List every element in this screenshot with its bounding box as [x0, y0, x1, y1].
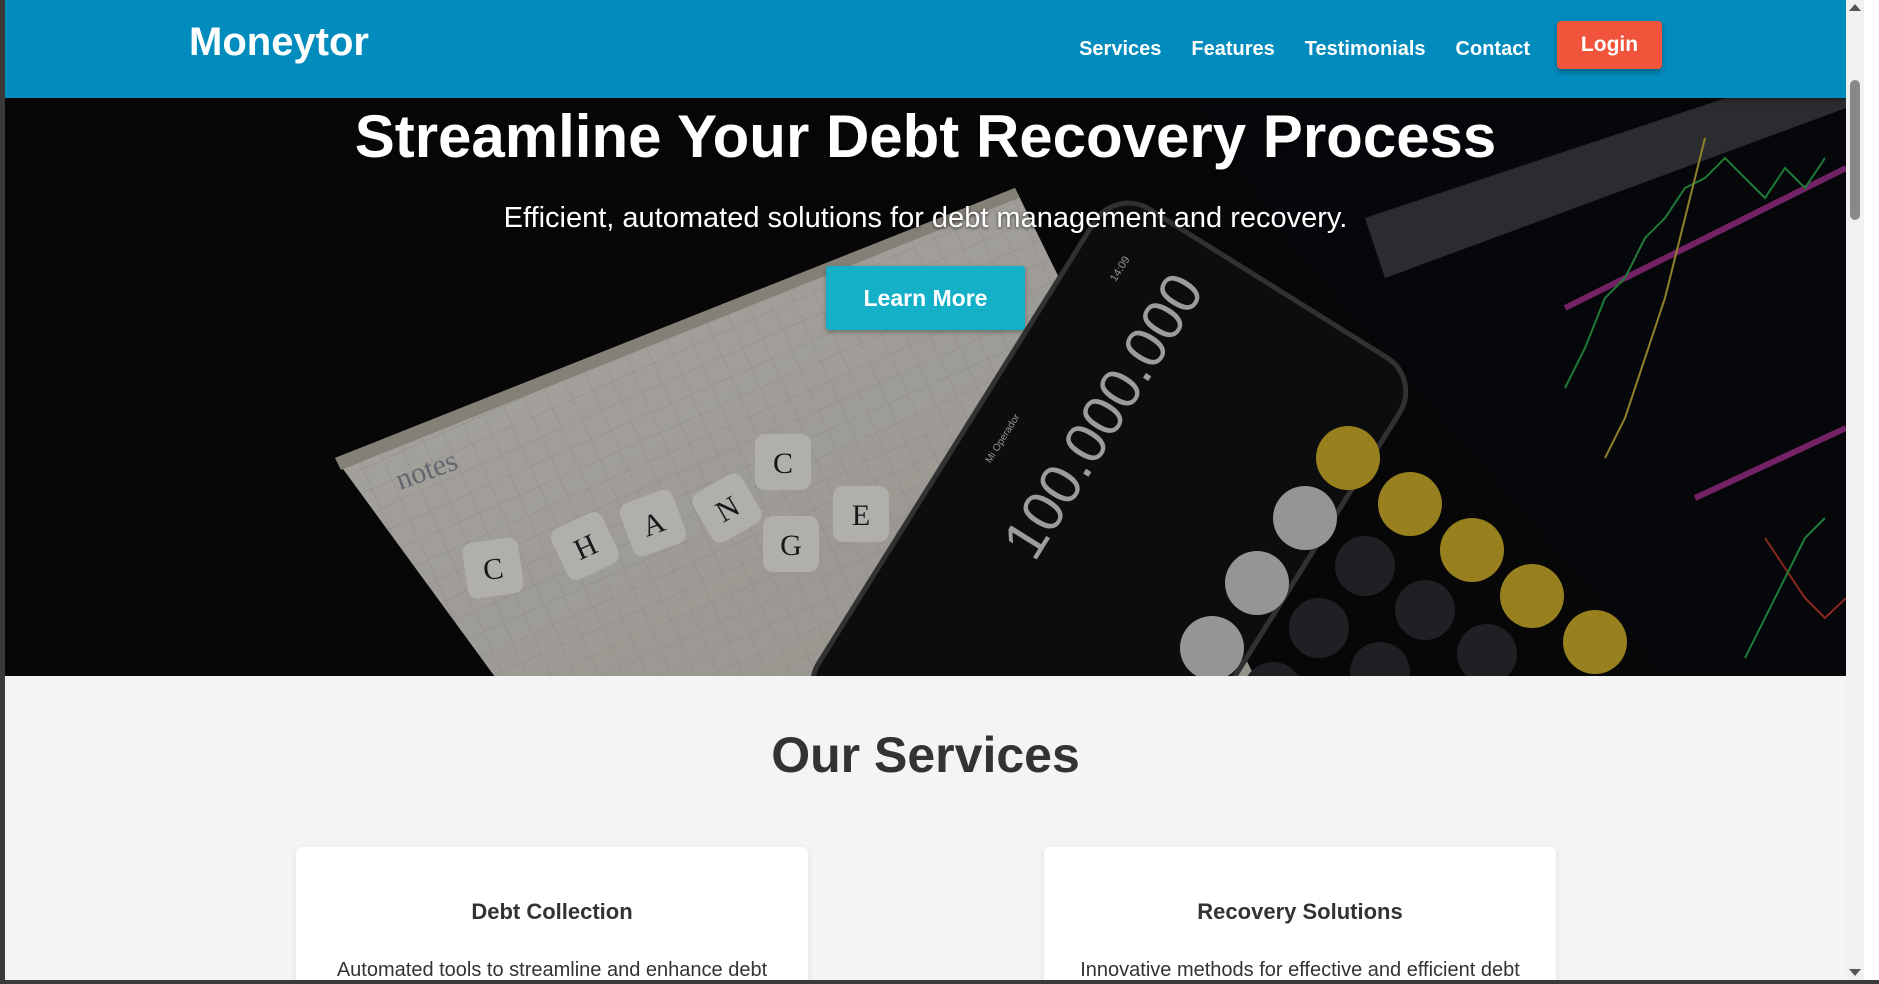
vertical-scrollbar[interactable] — [1846, 0, 1864, 980]
navbar: Moneytor Services Features Testimonials … — [5, 0, 1846, 98]
login-button[interactable]: Login — [1557, 21, 1662, 69]
nav-link-testimonials[interactable]: Testimonials — [1305, 38, 1426, 61]
scrollbar-thumb[interactable] — [1850, 80, 1860, 220]
hero-section: notes C H A N C G E 100.000.000 14:09 Mi… — [5, 98, 1846, 676]
nav-link-features[interactable]: Features — [1191, 38, 1274, 61]
page-viewport: notes C H A N C G E 100.000.000 14:09 Mi… — [5, 0, 1846, 980]
service-card-text: Automated tools to streamline and enhanc… — [336, 959, 768, 980]
service-card-title: Recovery Solutions — [1197, 899, 1403, 924]
service-card-text: Innovative methods for effective and eff… — [1080, 959, 1520, 980]
nav-links: Services Features Testimonials Contact — [1049, 0, 1530, 98]
services-heading: Our Services — [771, 727, 1080, 783]
scroll-down-arrow-icon[interactable] — [1849, 969, 1861, 976]
window-bottom-edge — [0, 980, 1879, 984]
nav-link-services[interactable]: Services — [1079, 38, 1161, 61]
nav-link-contact[interactable]: Contact — [1456, 38, 1530, 61]
window-edge — [1864, 0, 1879, 984]
hero-overlay — [5, 98, 1846, 676]
service-card-title: Debt Collection — [471, 899, 633, 924]
learn-more-button[interactable]: Learn More — [826, 266, 1025, 330]
brand-logo[interactable]: Moneytor — [189, 20, 369, 65]
hero-subtitle: Efficient, automated solutions for debt … — [503, 202, 1348, 234]
service-card-debt-collection[interactable]: Debt Collection Automated tools to strea… — [296, 847, 808, 980]
hero-title: Streamline Your Debt Recovery Process — [354, 103, 1497, 170]
service-card-recovery-solutions[interactable]: Recovery Solutions Innovative methods fo… — [1044, 847, 1556, 980]
scroll-up-arrow-icon[interactable] — [1849, 4, 1861, 11]
